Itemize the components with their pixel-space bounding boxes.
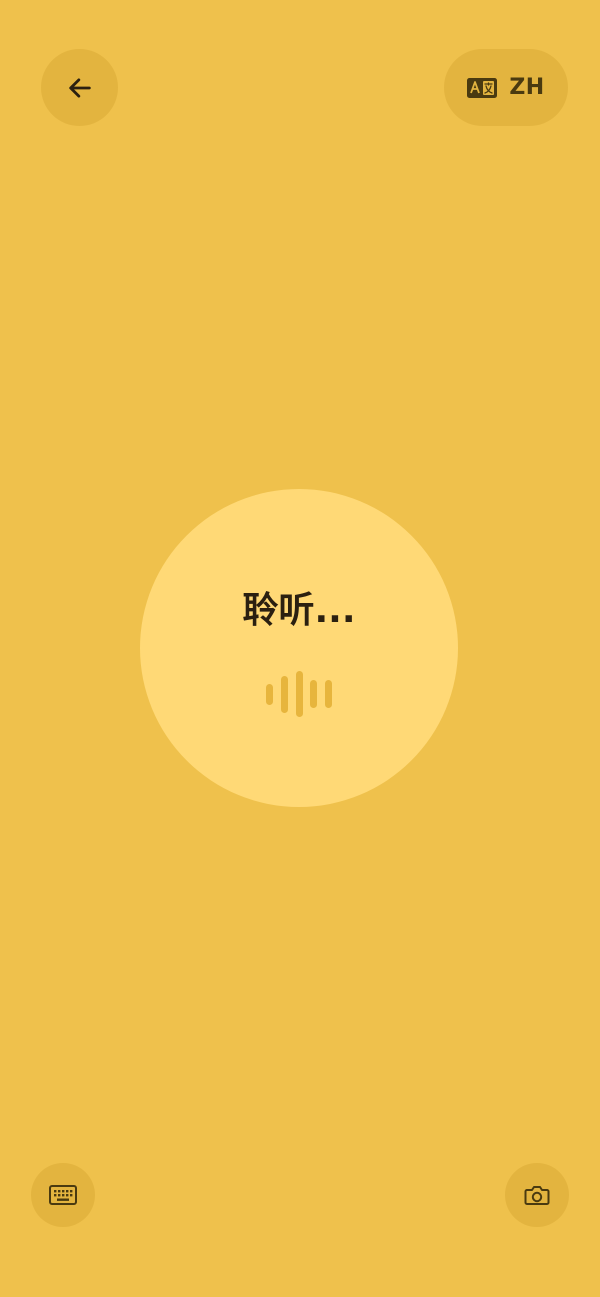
listening-indicator[interactable]: 聆听... [140, 489, 458, 807]
listening-status-text: 聆听... [242, 590, 356, 631]
sound-wave-bar [266, 683, 273, 705]
camera-icon [524, 1183, 550, 1207]
language-code: ZH [509, 75, 545, 100]
sound-wave-icon [266, 671, 332, 717]
back-button[interactable] [41, 49, 118, 126]
sound-wave-bar [280, 675, 288, 713]
voice-input-screen: ZH 聆听... [0, 0, 600, 1297]
language-selector-button[interactable]: ZH [444, 49, 568, 126]
camera-input-button[interactable] [505, 1163, 569, 1227]
sound-wave-bar [325, 680, 332, 708]
keyboard-icon [49, 1185, 77, 1205]
keyboard-input-button[interactable] [31, 1163, 95, 1227]
sound-wave-bar [310, 680, 318, 708]
sound-wave-bar [295, 671, 303, 717]
arrow-left-icon [66, 74, 94, 102]
translate-icon [467, 77, 498, 98]
